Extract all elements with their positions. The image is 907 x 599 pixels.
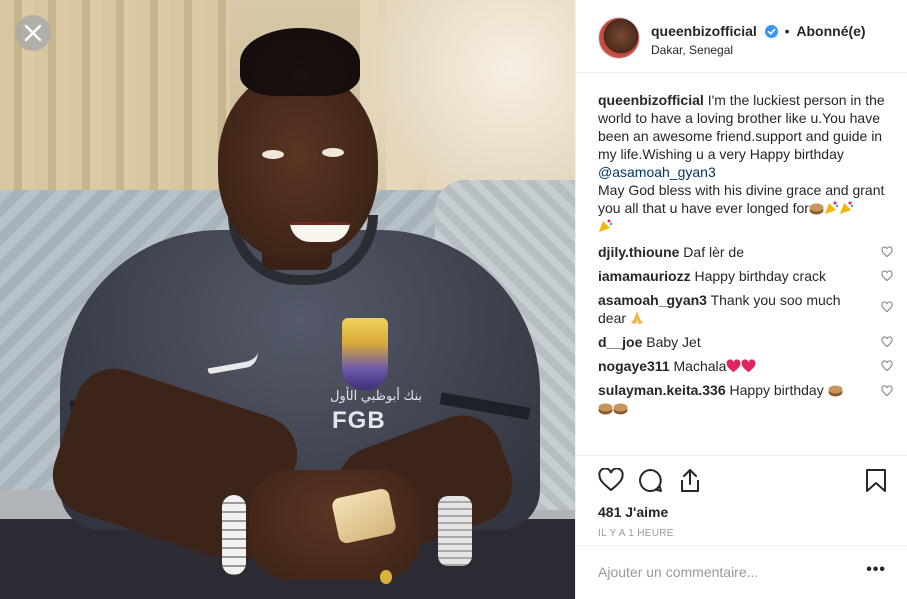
comment-item: d__joe Baby Jet — [598, 333, 893, 351]
comment-text: Baby Jet — [646, 334, 701, 350]
post-timestamp[interactable]: IL Y A 1 HEURE — [598, 528, 674, 539]
post-location[interactable]: Dakar, Senegal — [651, 43, 733, 57]
praying-hands-icon — [630, 311, 643, 324]
eye-right — [322, 148, 344, 157]
follow-button[interactable]: Abonné(e) — [796, 23, 865, 39]
like-comment-heart-icon[interactable] — [881, 336, 893, 348]
comment-username[interactable]: nogaye311 — [598, 358, 670, 374]
more-options-button[interactable]: ••• — [866, 561, 886, 579]
comments-list: queenbizofficial I'm the luckiest person… — [598, 91, 893, 423]
post-details-panel: queenbizofficial • Abonné(e) Dakar, Sene… — [575, 0, 907, 599]
like-comment-heart-icon[interactable] — [881, 270, 893, 282]
comment-item: sulayman.keita.336 Happy birthday — [598, 381, 893, 417]
like-comment-heart-icon[interactable] — [881, 385, 893, 397]
jersey-arabic-text: بنك أبوظبي الأول — [330, 388, 423, 403]
comment-item: nogaye311 Machala — [598, 357, 893, 375]
party-popper-icon — [824, 201, 839, 214]
party-popper-icon — [839, 201, 854, 214]
red-heart-emoji-icon — [741, 359, 756, 373]
bookmark-icon[interactable] — [865, 468, 887, 493]
close-icon — [24, 24, 42, 42]
comment-text: Daf lèr de — [683, 244, 744, 260]
post-actions: 481 J'aime IL Y A 1 HEURE — [576, 455, 907, 545]
like-comment-heart-icon[interactable] — [881, 360, 893, 372]
header-separator: • — [784, 23, 790, 39]
comment-text: Happy birthday — [729, 382, 824, 398]
hair — [240, 28, 360, 96]
like-comment-heart-icon[interactable] — [881, 246, 893, 258]
like-comment-heart-icon[interactable] — [881, 301, 893, 313]
party-popper-icon — [599, 219, 613, 232]
post-caption: queenbizofficial I'm the luckiest person… — [598, 91, 893, 235]
comment-icon[interactable] — [638, 468, 663, 493]
bracelet — [222, 495, 246, 575]
close-button[interactable] — [15, 15, 51, 51]
jersey-sponsor-text: FGB — [332, 407, 386, 434]
share-icon[interactable] — [678, 468, 702, 493]
comment-item: asamoah_gyan3 Thank you soo much dear — [598, 291, 893, 327]
avatar[interactable] — [598, 17, 640, 59]
comment-username[interactable]: djily.thioune — [598, 244, 679, 260]
header-user-line: queenbizofficial • Abonné(e) — [651, 23, 866, 39]
cake-emoji-icon — [598, 403, 613, 415]
comment-input[interactable] — [598, 564, 848, 580]
comment-username[interactable]: sulayman.keita.336 — [598, 382, 726, 398]
cake-emoji-icon — [809, 203, 824, 215]
cake-emoji-icon — [828, 385, 843, 397]
eye-left — [262, 150, 284, 159]
cake-emoji-icon — [613, 403, 628, 415]
club-badge — [342, 318, 388, 390]
post-modal: بنك أبوظبي الأول FGB queenbizofficial • — [0, 0, 907, 599]
caption-mention[interactable]: @asamoah_gyan3 — [598, 164, 716, 180]
comment-composer: ••• — [576, 545, 907, 599]
header-username[interactable]: queenbizofficial — [651, 23, 757, 39]
comment-item: djily.thioune Daf lèr de — [598, 243, 893, 261]
watch — [438, 496, 472, 566]
heart-icon[interactable] — [598, 468, 624, 492]
comment-text: Happy birthday crack — [694, 268, 826, 284]
post-header: queenbizofficial • Abonné(e) Dakar, Sene… — [576, 0, 907, 73]
comment-username[interactable]: iamamauriozz — [598, 268, 691, 284]
caption-username[interactable]: queenbizofficial — [598, 92, 704, 108]
comment-username[interactable]: asamoah_gyan3 — [598, 292, 707, 308]
verified-badge-icon — [764, 25, 778, 38]
post-photo: بنك أبوظبي الأول FGB — [0, 0, 575, 599]
comment-item: iamamauriozz Happy birthday crack — [598, 267, 893, 285]
likes-count[interactable]: 481 J'aime — [598, 504, 668, 520]
comment-username[interactable]: d__joe — [598, 334, 642, 350]
ring — [380, 570, 392, 584]
red-heart-emoji-icon — [726, 359, 741, 373]
comment-text: Machala — [673, 358, 727, 374]
